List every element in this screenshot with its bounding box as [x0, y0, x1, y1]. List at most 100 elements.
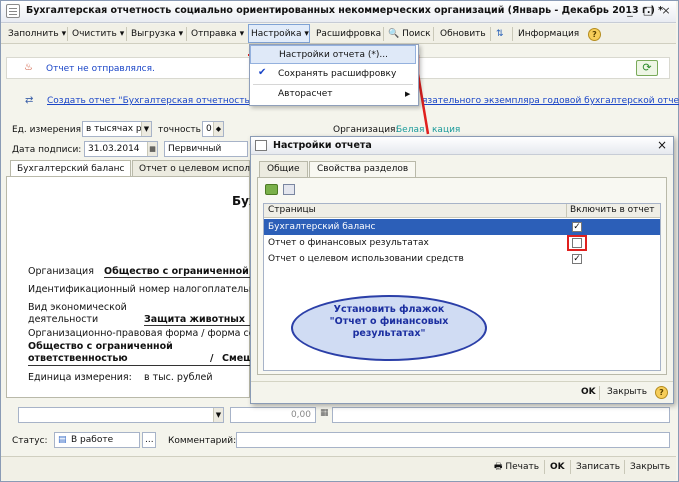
report-kind-field[interactable]: Первичный: [164, 141, 248, 157]
comment-label: Комментарий:: [168, 436, 237, 446]
maximize-button[interactable]: □: [640, 4, 656, 18]
doc-activity-label: Вид экономической: [28, 302, 127, 313]
unit-select[interactable]: в тысячах р ▼: [82, 121, 152, 137]
precision-stepper[interactable]: 0 ◆: [202, 121, 224, 137]
fill-button[interactable]: Заполнить ▾: [8, 27, 66, 41]
tab-section-properties[interactable]: Свойства разделов: [309, 161, 417, 177]
dropdown-arrow-icon: ▾: [61, 29, 67, 39]
window-title: Бухгалтерская отчетность социально ориен…: [26, 5, 664, 16]
dropdown-arrow-icon: ▾: [119, 29, 125, 39]
include-checkbox-balance[interactable]: ✓: [572, 222, 582, 232]
check-all-icon[interactable]: [265, 184, 278, 195]
table-row[interactable]: Отчет о целевом использовании средств ✓: [264, 251, 660, 267]
precision-label: точность:: [158, 125, 204, 135]
toolbar-separator: [186, 27, 187, 41]
instruction-callout-text: Установить флажок "Отчет о финансовых ре…: [329, 304, 449, 339]
doc-unit-label: Единица измерения:: [28, 372, 132, 383]
doc-legal-value-2[interactable]: ответственностью: [28, 353, 128, 364]
minimize-button[interactable]: _: [622, 4, 638, 18]
comment-field[interactable]: [236, 432, 670, 448]
save-button[interactable]: Записать: [576, 460, 620, 474]
ok-button[interactable]: OK: [550, 460, 565, 474]
warning-icon: ♨: [24, 62, 33, 73]
uncheck-all-icon[interactable]: [283, 184, 295, 195]
toolbar-separator: [383, 27, 384, 41]
table-header: Страницы Включить в отчет: [264, 204, 660, 218]
dropdown-arrow-icon: ▾: [178, 29, 184, 39]
lower-select[interactable]: ▼: [18, 407, 224, 423]
close-button[interactable]: Закрыть: [630, 460, 670, 474]
dialog-help-icon[interactable]: ?: [655, 386, 668, 399]
column-divider: [566, 204, 567, 218]
not-sent-status: Отчет не отправлялся.: [46, 64, 155, 74]
dialog-ok-button[interactable]: OK: [581, 387, 596, 397]
table-row[interactable]: Отчет о финансовых результатах: [264, 235, 660, 251]
dropdown-arrow-icon: ▾: [239, 29, 245, 39]
refresh-button[interactable]: Обновить: [440, 27, 486, 41]
doc-org-label: Организация: [28, 266, 94, 277]
row-name: Отчет о финансовых результатах: [268, 238, 429, 248]
sort-arrows-icon[interactable]: ⇅: [496, 27, 504, 41]
doc-activity-label-2: деятельности: [28, 314, 99, 325]
create-report-icon: ⇄: [25, 95, 34, 106]
document-icon: [6, 4, 20, 18]
doc-activity-value[interactable]: Защита животных: [144, 314, 250, 326]
refresh-status-button[interactable]: ⟳: [636, 60, 658, 76]
bottom-bar: [1, 456, 676, 480]
menu-item-save-decoding[interactable]: Сохранять расшифровку: [250, 65, 416, 84]
amount-field[interactable]: 0,00: [230, 407, 316, 423]
calculator-icon[interactable]: ▦: [320, 408, 329, 418]
report-settings-dialog: Настройки отчета × Общие Свойства раздел…: [250, 136, 674, 404]
menu-item-report-settings[interactable]: Настройки отчета (*)...: [250, 45, 416, 64]
menu-item-autocalc[interactable]: Авторасчет: [250, 85, 416, 104]
dialog-close-button[interactable]: Закрыть: [607, 387, 647, 397]
table-row[interactable]: Бухгалтерский баланс ✓: [264, 219, 660, 235]
doc-legal-slash: /: [210, 353, 214, 364]
doc-underline: [28, 365, 250, 366]
print-button[interactable]: 🖶 Печать: [494, 460, 539, 474]
doc-legal-value[interactable]: Общество с ограниченной: [28, 341, 173, 352]
settings-menu-button[interactable]: Настройка ▾: [251, 27, 309, 41]
highlight-frame: [567, 235, 587, 251]
col-pages: Страницы: [268, 205, 316, 215]
close-window-button[interactable]: ×: [658, 4, 674, 18]
row-name: Отчет о целевом использовании средств: [268, 254, 464, 264]
sign-date-field[interactable]: 31.03.2014 ▦: [84, 141, 158, 157]
col-include: Включить в отчет: [570, 205, 655, 215]
status-label: Статус:: [12, 436, 48, 446]
info-button[interactable]: Информация: [518, 27, 579, 41]
include-checkbox-target-use[interactable]: ✓: [572, 254, 582, 264]
doc-inn-label: Идентификационный номер налогоплательщ: [28, 284, 250, 295]
row-name: Бухгалтерский баланс: [268, 222, 376, 232]
tab-general[interactable]: Общие: [259, 161, 308, 177]
calendar-icon: ▦: [147, 142, 157, 156]
export-button[interactable]: Выгрузка ▾: [131, 27, 183, 41]
dropdown-arrow-icon: ▾: [304, 29, 309, 39]
search-button[interactable]: 🔍 Поиск: [388, 27, 431, 41]
toolbar-separator: [490, 27, 491, 41]
create-report-link-tail[interactable]: язательного экземпляра годовой бухгалтер…: [422, 96, 679, 106]
doc-org-value[interactable]: Общество с ограниченной от: [104, 266, 250, 278]
tab-target-use[interactable]: Отчет о целевом использ: [132, 160, 260, 177]
toolbar-separator: [126, 27, 127, 41]
toolbar-separator: [624, 460, 625, 474]
dialog-close-icon[interactable]: ×: [657, 138, 667, 152]
checkmark-icon: ✔: [258, 67, 267, 78]
toolbar-separator: [433, 27, 434, 41]
dialog-title: Настройки отчета: [273, 140, 372, 151]
printer-icon: 🖶: [494, 462, 503, 472]
clear-button[interactable]: Очистить ▾: [72, 27, 124, 41]
doc-unit-value: в тыс. рублей: [144, 372, 213, 383]
send-button[interactable]: Отправка ▾: [191, 27, 244, 41]
toolbar-separator: [512, 27, 513, 41]
tab-balance[interactable]: Бухгалтерский баланс: [10, 160, 132, 177]
sign-date-label: Дата подписи:: [12, 145, 82, 155]
doc-legal-tail[interactable]: Смеш: [222, 353, 253, 364]
stepper-icon: ◆: [213, 122, 223, 136]
status-select-button[interactable]: ...: [142, 432, 156, 448]
help-icon[interactable]: ?: [588, 28, 601, 41]
decoding-button[interactable]: Расшифровка: [316, 27, 381, 41]
doc-legal-form-label: Организационно-правовая форма / форма со: [28, 328, 250, 339]
lower-text-field[interactable]: [332, 407, 670, 423]
status-field[interactable]: ▤ В работе: [54, 432, 140, 448]
